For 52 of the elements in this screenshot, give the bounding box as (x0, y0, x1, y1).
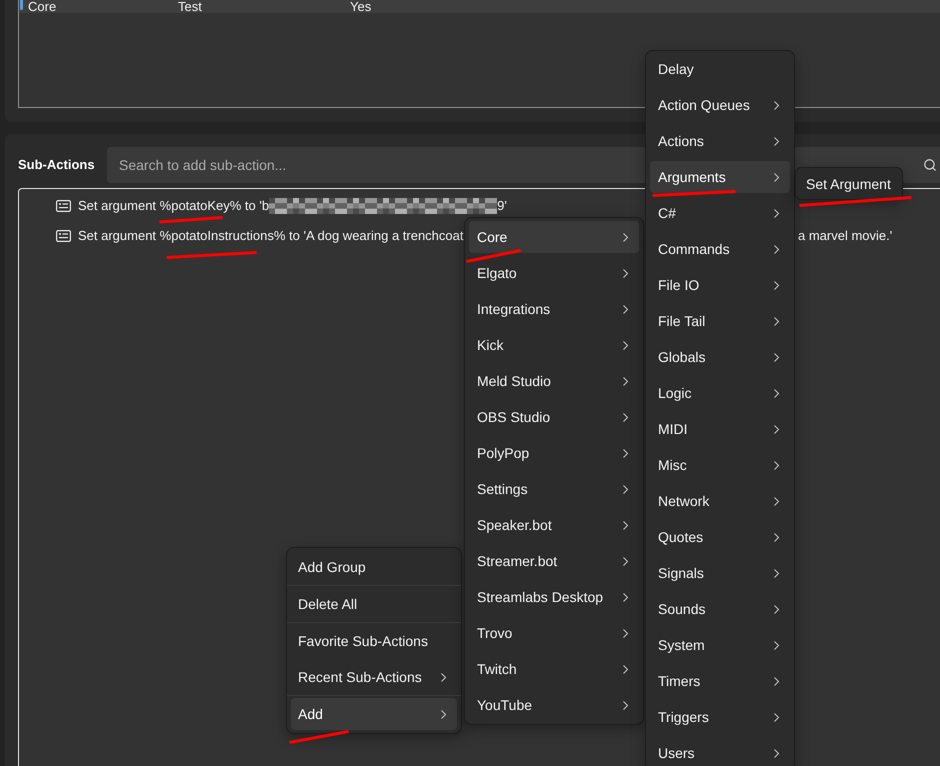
menu-item[interactable]: Set Argument (798, 170, 902, 197)
menu-item[interactable]: Core (469, 221, 639, 253)
menu-item[interactable]: Trovo (469, 617, 639, 649)
menu-item[interactable]: System (650, 629, 790, 661)
table-cell-text: Test (178, 0, 203, 13)
menu-item[interactable]: C# (650, 197, 790, 229)
menu-item[interactable]: Quotes (650, 521, 790, 553)
menu-item[interactable]: MIDI (650, 413, 790, 445)
menu-item[interactable]: Streamlabs Desktop (469, 581, 639, 613)
menu-item[interactable]: Meld Studio (469, 365, 639, 397)
menu-item[interactable]: Action Queues (650, 89, 790, 121)
menu-item[interactable]: Arguments (650, 161, 790, 193)
menu-item[interactable]: Add Group (291, 551, 457, 583)
menu-item[interactable]: Misc (650, 449, 790, 481)
menu-item[interactable]: Delete All (291, 588, 457, 620)
menu-item[interactable]: Timers (650, 665, 790, 697)
sub-action-text: 9' (497, 197, 507, 216)
table-cell-text: Yes (350, 0, 372, 13)
form-icon (56, 230, 71, 242)
menu-item[interactable]: Network (650, 485, 790, 517)
selection-indicator (20, 0, 23, 10)
menu-item[interactable]: Settings (469, 473, 639, 505)
form-icon (56, 200, 71, 212)
sub-action-text: Set argument %potatoInstructions% to 'A dog wearing a trenchcoat (78, 227, 464, 246)
menu-item[interactable]: Users (650, 737, 790, 766)
menu-item[interactable]: Triggers (650, 701, 790, 733)
menu-item[interactable]: Signals (650, 557, 790, 589)
menu-item[interactable]: Commands (650, 233, 790, 265)
menu-item[interactable]: Twitch (469, 653, 639, 685)
menu-item[interactable]: Kick (469, 329, 639, 361)
sub-action-text: a marvel movie.' (798, 227, 892, 246)
menu-item[interactable]: YouTube (469, 689, 639, 721)
menu-item[interactable]: Speaker.bot (469, 509, 639, 541)
menu-item[interactable]: File IO (650, 269, 790, 301)
menu-item[interactable]: Recent Sub-Actions (291, 661, 457, 693)
menu-item[interactable]: PolyPop (469, 437, 639, 469)
sub-action-text: Set argument %potatoKey% to 'b (78, 197, 270, 216)
menu-item[interactable]: Add (291, 698, 457, 730)
section-label: Sub-Actions (18, 156, 96, 174)
table-cell-text: Core (28, 0, 58, 13)
menu-item[interactable]: Streamer.bot (469, 545, 639, 577)
menu-item[interactable]: Logic (650, 377, 790, 409)
menu-item[interactable]: Favorite Sub-Actions (291, 625, 457, 657)
menu-item[interactable]: Elgato (469, 257, 639, 289)
menu-item[interactable]: OBS Studio (469, 401, 639, 433)
menu-item[interactable]: Globals (650, 341, 790, 373)
menu-item[interactable]: File Tail (650, 305, 790, 337)
search-icon (923, 158, 937, 172)
table-row[interactable]: Core Test Yes (19, 0, 940, 13)
menu-item[interactable]: Sounds (650, 593, 790, 625)
menu-item[interactable]: Delay (650, 53, 790, 85)
menu-item[interactable]: Integrations (469, 293, 639, 325)
